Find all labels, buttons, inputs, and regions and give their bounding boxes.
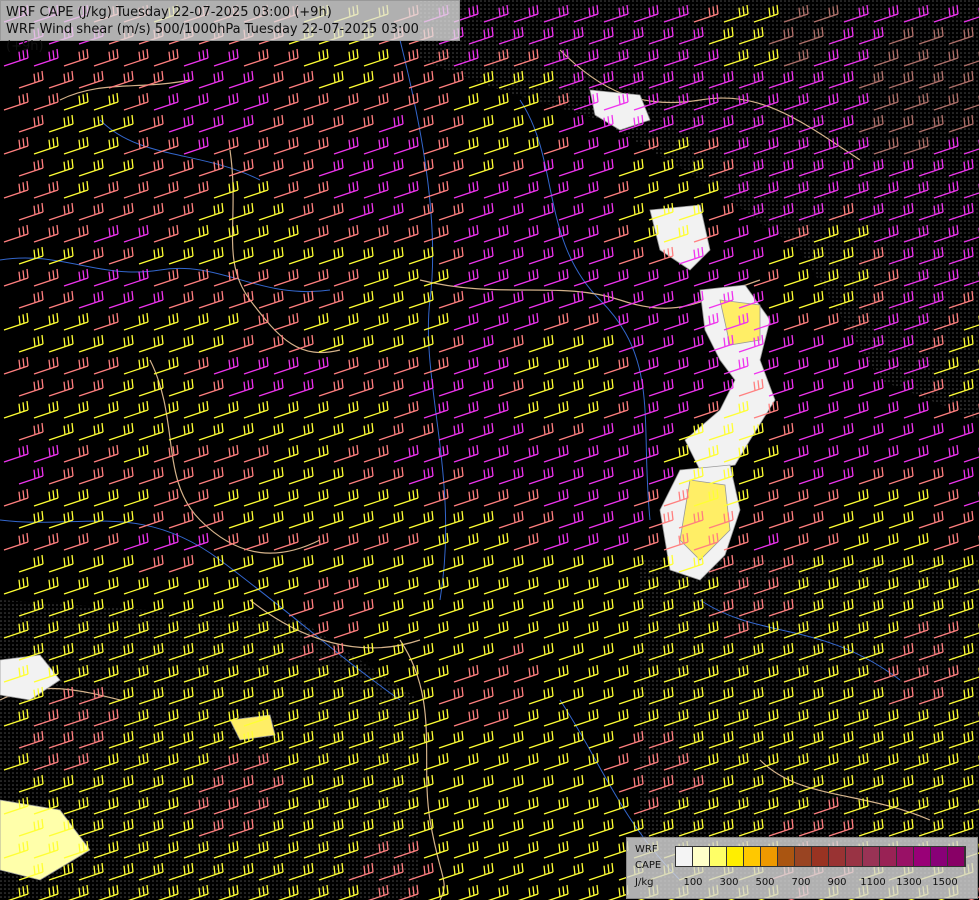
weather-map: [0, 0, 979, 900]
legend-swatch: [948, 847, 965, 866]
legend-tick-label: 500: [755, 877, 775, 888]
legend-tick-label: 900: [827, 877, 847, 888]
legend-swatch: [676, 847, 693, 866]
legend-tick-label: 700: [791, 877, 811, 888]
legend-tick-label: 1100: [860, 877, 886, 888]
legend-swatch: [795, 847, 812, 866]
title-line-cape: WRF CAPE (J/kg) Tuesday 22-07-2025 03:00…: [6, 5, 332, 20]
legend-swatch: [846, 847, 863, 866]
legend-swatch: [744, 847, 761, 866]
legend-swatch: [863, 847, 880, 866]
legend-color-scale: [675, 846, 966, 867]
cape-legend: WRF CAPE J/kg 100 300 500 700 900 1100 1300 150…: [626, 837, 978, 899]
legend-swatch: [931, 847, 948, 866]
legend-swatch: [727, 847, 744, 866]
legend-swatch: [897, 847, 914, 866]
legend-tick-label: 300: [719, 877, 739, 888]
map-title: WRF CAPE (J/kg) Tuesday 22-07-2025 03:00…: [0, 0, 460, 54]
legend-swatch: [710, 847, 727, 866]
legend-model-label: WRF: [635, 844, 658, 855]
legend-field-label: CAPE: [635, 860, 662, 871]
legend-swatch: [761, 847, 778, 866]
legend-swatch: [829, 847, 846, 866]
legend-tick-label: 1300: [896, 877, 922, 888]
legend-swatch: [693, 847, 710, 866]
legend-swatch: [812, 847, 829, 866]
legend-unit-label: J/kg: [635, 877, 654, 888]
legend-tick-label: 1500: [932, 877, 958, 888]
legend-swatch: [880, 847, 897, 866]
legend-swatch: [914, 847, 931, 866]
legend-swatch: [778, 847, 795, 866]
legend-tick-label: 100: [683, 877, 703, 888]
title-line-shear: WRF Wind shear (m/s) 500/1000hPa Tuesday…: [6, 22, 419, 54]
